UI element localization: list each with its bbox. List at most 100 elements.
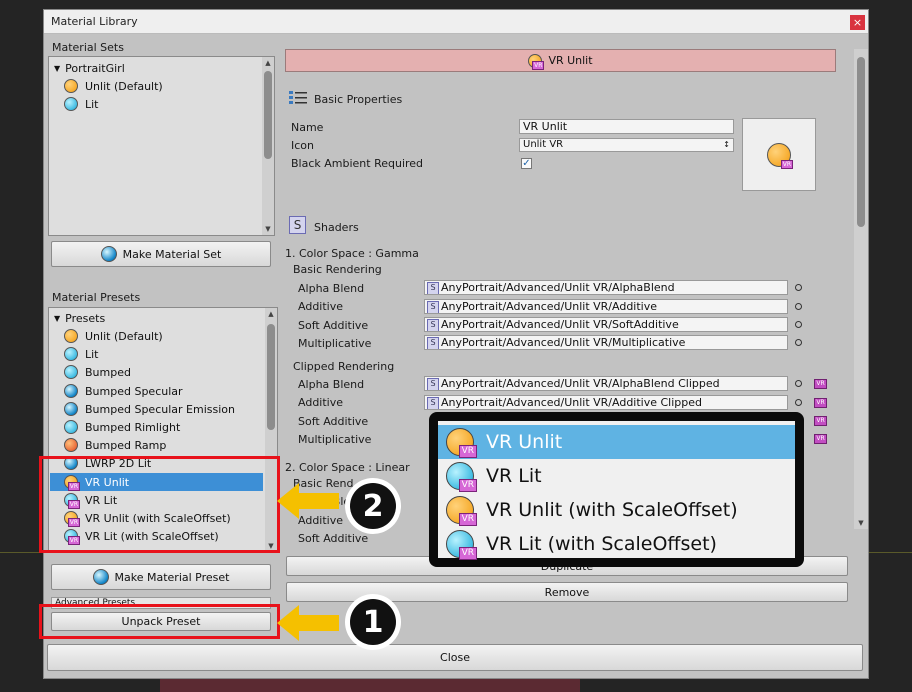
list-item[interactable]: Unlit (Default) bbox=[50, 327, 263, 345]
icon-dropdown-popup: VR Unlit VR Lit VR Unlit (with ScaleOffs… bbox=[429, 412, 804, 567]
list-item[interactable]: Lit bbox=[50, 95, 260, 113]
shaders-label: Shaders bbox=[314, 221, 359, 234]
popup-item[interactable]: VR Lit bbox=[438, 459, 795, 493]
group-label: Presets bbox=[65, 311, 106, 325]
select-shader-button[interactable] bbox=[795, 321, 802, 328]
shader-field[interactable]: AnyPortrait/Advanced/Unlit VR/Additive bbox=[424, 299, 788, 314]
select-shader-button[interactable] bbox=[795, 339, 802, 346]
color-space-gamma-label: 1. Color Space : Gamma bbox=[285, 247, 419, 260]
item-label: Bumped Ramp bbox=[85, 438, 167, 452]
dropdown-value: Unlit VR bbox=[523, 139, 564, 150]
material-sets-group[interactable]: ▼ PortraitGirl bbox=[50, 59, 260, 77]
icon-dropdown[interactable]: Unlit VR ↕ bbox=[519, 138, 734, 152]
button-label: Remove bbox=[544, 585, 590, 599]
highlight-unpack-preset bbox=[39, 604, 280, 639]
highlight-vr-presets bbox=[39, 456, 280, 553]
black-ambient-checkbox[interactable]: ✓ bbox=[521, 158, 532, 169]
black-ambient-label: Black Ambient Required bbox=[291, 157, 424, 170]
shader-field[interactable]: AnyPortrait/Advanced/Unlit VR/AlphaBlend… bbox=[424, 376, 788, 391]
shader-row-label: Soft Additive bbox=[298, 319, 369, 332]
title-bar[interactable]: Material Library × bbox=[44, 10, 868, 34]
close-button[interactable]: Close bbox=[47, 644, 863, 671]
select-shader-button[interactable] bbox=[795, 399, 802, 406]
popup-item[interactable]: VR Lit (with ScaleOffset) bbox=[438, 527, 795, 561]
popup-item[interactable]: VR Unlit (with ScaleOffset) bbox=[438, 493, 795, 527]
orange-vr-sphere-icon bbox=[446, 496, 477, 526]
name-field[interactable]: VR Unlit bbox=[519, 119, 734, 134]
make-material-set-button[interactable]: Make Material Set bbox=[51, 241, 271, 267]
blue-sphere-icon bbox=[64, 402, 78, 416]
item-label: Bumped Specular bbox=[85, 384, 183, 398]
scroll-down-icon[interactable]: ▼ bbox=[857, 519, 865, 527]
orange-vr-sphere-icon bbox=[528, 53, 545, 70]
material-presets-label: Material Presets bbox=[52, 291, 141, 304]
cyan-sphere-icon bbox=[64, 365, 78, 379]
selected-preset-header: VR Unlit bbox=[285, 49, 836, 72]
item-label: Unlit (Default) bbox=[85, 79, 163, 93]
list-item[interactable]: Bumped Rimlight bbox=[50, 418, 263, 436]
expand-triangle-icon: ▼ bbox=[54, 63, 61, 73]
cyan-vr-sphere-icon bbox=[446, 462, 477, 492]
button-label: Close bbox=[440, 651, 470, 664]
icon-label: Icon bbox=[291, 139, 314, 152]
popup-item-label: VR Lit (with ScaleOffset) bbox=[486, 533, 717, 555]
select-shader-button[interactable] bbox=[795, 303, 802, 310]
expand-triangle-icon: ▼ bbox=[54, 313, 61, 323]
scroll-up-icon[interactable]: ▲ bbox=[267, 310, 275, 318]
cyan-sphere-icon bbox=[64, 420, 78, 434]
shader-row-label: Alpha Blend bbox=[298, 378, 365, 391]
item-label: Bumped bbox=[85, 365, 131, 379]
popup-item-label: VR Unlit bbox=[486, 431, 563, 453]
item-label: Lit bbox=[85, 347, 99, 361]
popup-list: VR Unlit VR Lit VR Unlit (with ScaleOffs… bbox=[438, 421, 795, 561]
color-space-linear-label: 2. Color Space : Linear bbox=[285, 461, 410, 474]
make-material-preset-button[interactable]: Make Material Preset bbox=[51, 564, 271, 590]
select-shader-button[interactable] bbox=[795, 380, 802, 387]
arrow-left-icon bbox=[277, 483, 339, 522]
clock-icon bbox=[100, 246, 117, 262]
scroll-thumb[interactable] bbox=[264, 71, 272, 159]
scroll-down-icon[interactable]: ▼ bbox=[264, 225, 272, 233]
detail-scrollbar[interactable]: ▼ bbox=[854, 49, 868, 529]
scroll-up-icon[interactable]: ▲ bbox=[264, 59, 272, 67]
material-sets-list[interactable]: ▼ PortraitGirl Unlit (Default) Lit ▲ ▼ bbox=[48, 56, 275, 236]
header-title: VR Unlit bbox=[548, 54, 593, 67]
list-item[interactable]: Bumped Ramp bbox=[50, 436, 263, 454]
list-item[interactable]: Bumped Specular Emission bbox=[50, 400, 263, 418]
cyan-sphere-icon bbox=[64, 347, 78, 361]
scroll-thumb[interactable] bbox=[267, 324, 275, 430]
button-label: Make Material Preset bbox=[114, 570, 230, 584]
icon-preview bbox=[742, 118, 816, 191]
shader-field[interactable]: AnyPortrait/Advanced/Unlit VR/Multiplica… bbox=[424, 335, 788, 350]
shader-row-label: Alpha Blend bbox=[298, 282, 365, 295]
red-sphere-icon bbox=[64, 438, 78, 452]
orange-sphere-icon bbox=[64, 329, 78, 343]
list-item[interactable]: Lit bbox=[50, 345, 263, 363]
shader-icon: S bbox=[289, 216, 306, 234]
clipped-rendering-label: Clipped Rendering bbox=[293, 360, 395, 373]
material-sets-label: Material Sets bbox=[52, 41, 124, 54]
shader-row-label: Soft Additive bbox=[298, 415, 369, 428]
material-presets-group[interactable]: ▼ Presets bbox=[50, 309, 263, 327]
cyan-vr-sphere-icon bbox=[446, 530, 477, 560]
close-window-button[interactable]: × bbox=[850, 15, 865, 30]
shader-field[interactable]: AnyPortrait/Advanced/Unlit VR/Additive C… bbox=[424, 395, 788, 410]
linear-row-label: Soft Additive bbox=[298, 532, 369, 545]
popup-item-selected[interactable]: VR Unlit bbox=[438, 425, 795, 459]
window-title: Material Library bbox=[51, 15, 138, 28]
shader-row-label: Multiplicative bbox=[298, 337, 372, 350]
scroll-thumb[interactable] bbox=[857, 57, 865, 227]
material-sets-scrollbar[interactable]: ▲ ▼ bbox=[262, 57, 274, 235]
list-item[interactable]: Unlit (Default) bbox=[50, 77, 260, 95]
orange-vr-sphere-icon bbox=[767, 142, 794, 169]
name-label: Name bbox=[291, 121, 324, 134]
select-shader-button[interactable] bbox=[795, 284, 802, 291]
list-item[interactable]: Bumped bbox=[50, 363, 263, 381]
item-label: Bumped Specular Emission bbox=[85, 402, 235, 416]
group-label: PortraitGirl bbox=[65, 61, 125, 75]
popup-item-label: VR Unlit (with ScaleOffset) bbox=[486, 499, 738, 521]
list-item[interactable]: Bumped Specular bbox=[50, 382, 263, 400]
shader-field[interactable]: AnyPortrait/Advanced/Unlit VR/AlphaBlend bbox=[424, 280, 788, 295]
arrow-left-icon bbox=[277, 605, 339, 644]
shader-field[interactable]: AnyPortrait/Advanced/Unlit VR/SoftAdditi… bbox=[424, 317, 788, 332]
